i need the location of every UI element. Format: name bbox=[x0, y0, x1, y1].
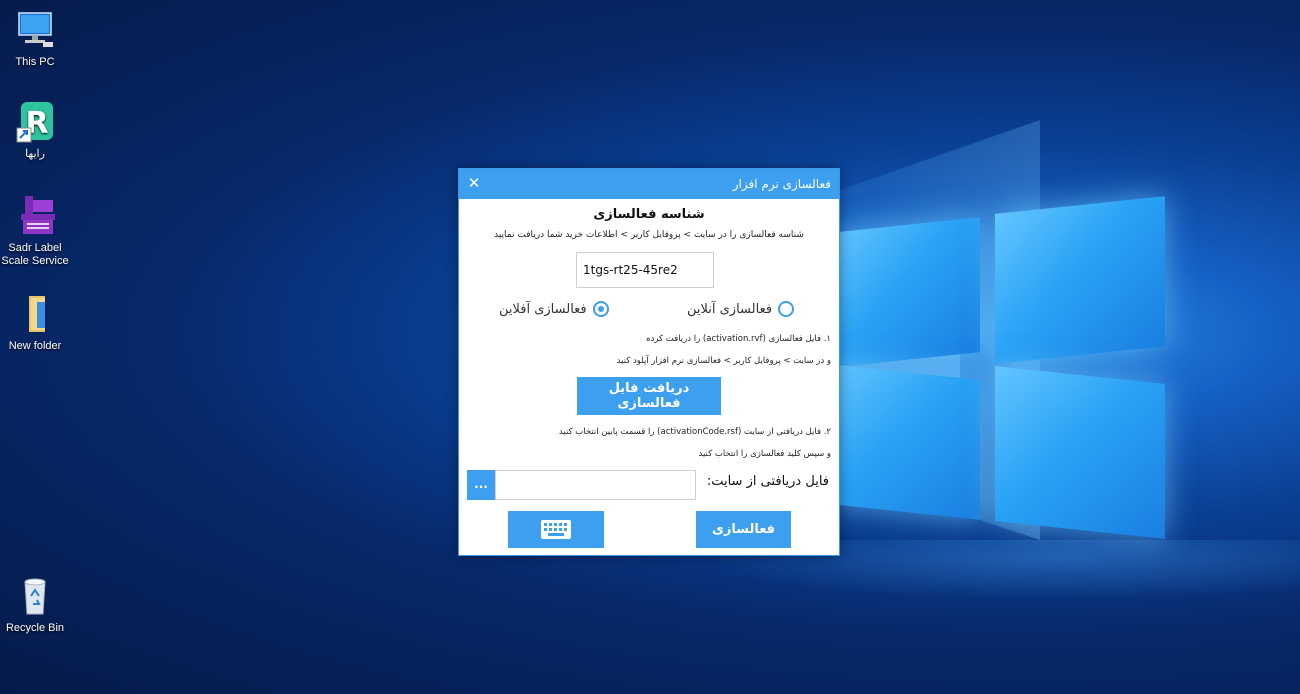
radio-offline-label: فعالسازی آفلاین bbox=[499, 301, 587, 317]
desktop-icon-new-folder[interactable]: New folder bbox=[0, 292, 71, 353]
radio-online-label: فعالسازی آنلاین bbox=[687, 301, 773, 317]
windows-logo-pane bbox=[995, 196, 1165, 364]
step2-instruction-line2: و سپس کلید فعالسازی را انتخاب کنید bbox=[698, 449, 831, 459]
windows-logo-pane bbox=[830, 364, 980, 520]
activate-button[interactable]: فعالسازی bbox=[696, 511, 791, 548]
download-activation-file-button[interactable]: دریافت فایل فعالسازی bbox=[577, 377, 721, 415]
step1-instruction-line2: و در سایت > پروفایل کاربر > فعالسازی نرم… bbox=[616, 356, 831, 366]
radio-selected-icon bbox=[592, 301, 609, 317]
step2-instruction-line1: ۲. فایل دریافتی از سایت (activationCode.… bbox=[558, 427, 831, 437]
radio-button-icon bbox=[778, 301, 795, 317]
desktop-icon-label: رایها bbox=[25, 148, 45, 160]
desktop-icon-label: New folder bbox=[8, 340, 62, 352]
close-icon[interactable]: ✕ bbox=[465, 174, 483, 192]
desktop-icon-rayha[interactable]: R رایها bbox=[0, 100, 71, 161]
activation-id-instructions: شناسه فعالسازی را در سایت > پروفایل کارب… bbox=[494, 230, 804, 240]
desktop-icon-label: Sadr Label Scale Service bbox=[1, 242, 69, 267]
radio-online-activation[interactable]: فعالسازی آنلاین bbox=[687, 301, 795, 317]
activation-id-heading: شناسه فعالسازی bbox=[593, 207, 705, 222]
windows-logo-pane bbox=[830, 217, 980, 368]
dialog-title: فعالسازی نرم افزار bbox=[732, 177, 831, 191]
desktop-icon-this-pc[interactable]: This PC bbox=[0, 8, 71, 69]
recycle-bin-icon bbox=[13, 574, 57, 618]
radio-offline-activation[interactable]: فعالسازی آفلاین bbox=[499, 301, 609, 317]
browse-file-button[interactable]: ... bbox=[467, 470, 495, 500]
desktop-icon-label: This PC bbox=[15, 56, 55, 68]
computer-icon bbox=[13, 8, 57, 52]
desktop-icon-label: Recycle Bin bbox=[5, 622, 65, 634]
rayha-app-icon: R bbox=[13, 100, 57, 144]
step1-instruction-line1: ۱. فایل فعالسازی (activation.rvf) را دری… bbox=[646, 334, 831, 344]
activation-code-input[interactable]: 1tgs-rt25-45re2 bbox=[576, 252, 714, 288]
keyboard-icon bbox=[541, 520, 571, 539]
windows-logo-pane bbox=[995, 366, 1165, 539]
desktop-icon-sadr-label[interactable]: Sadr Label Scale Service bbox=[0, 194, 71, 268]
received-file-path-input[interactable] bbox=[495, 470, 696, 500]
desktop-icon-recycle-bin[interactable]: Recycle Bin bbox=[0, 574, 71, 635]
received-file-label: فایل دریافتی از سایت: bbox=[706, 474, 829, 489]
folder-icon bbox=[13, 292, 57, 336]
activation-dialog: فعالسازی نرم افزار ✕ شناسه فعالسازی شناس… bbox=[458, 168, 840, 556]
scale-service-icon bbox=[13, 194, 57, 238]
keyboard-button[interactable] bbox=[508, 511, 604, 548]
dialog-titlebar[interactable]: فعالسازی نرم افزار ✕ bbox=[459, 169, 839, 199]
